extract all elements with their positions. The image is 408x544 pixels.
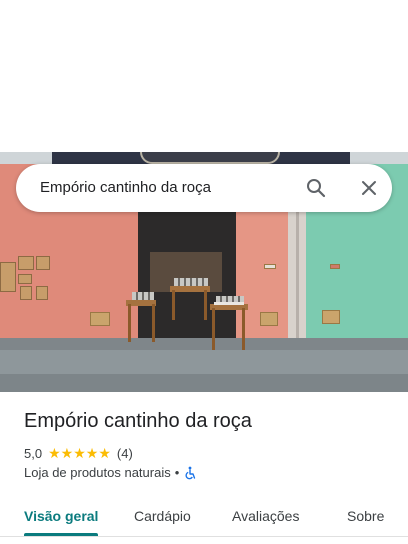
photo-table-leg [212,308,215,350]
map-blank-area [0,0,408,152]
photo-jars [132,292,154,300]
photo-wall-box [90,312,110,326]
search-icon[interactable] [304,176,328,200]
star-icon: ★ [73,445,86,461]
photo-meter-box [36,286,48,300]
tab-sobre[interactable]: Sobre [347,496,384,536]
photo-table-leg [128,304,131,342]
photo-street [0,374,408,392]
search-bar[interactable]: Empório cantinho da roça [16,164,392,212]
photo-wall-sign [264,264,276,269]
star-icon: ★ [85,445,99,461]
close-icon[interactable] [357,176,381,200]
tabs-divider [0,536,408,537]
photo-store-sign-emblem [140,152,280,164]
photo-floor-shadow [0,338,408,350]
star-icon: ★ [48,445,61,461]
photo-meter-box [18,256,34,270]
tab-avaliacoes[interactable]: Avaliações [232,496,299,536]
rating-row[interactable]: 5,0 ★ ★ ★ ★ ★ (4) [24,444,133,462]
place-info-panel: Empório cantinho da roça 5,0 ★ ★ ★ ★ ★ (… [0,392,408,544]
place-title: Empório cantinho da roça [24,410,252,432]
rating-value: 5,0 [24,445,43,461]
search-query[interactable]: Empório cantinho da roça [40,164,211,212]
place-tabs: Visão geral Cardápio Avaliações Sobre [0,496,408,537]
photo-wall-sign [330,264,340,269]
category-row: Loja de produtos naturais • [24,465,197,480]
photo-wall-box [322,310,340,324]
photo-table-leg [152,304,155,342]
star-icon: ★ [98,445,111,461]
star-icon: ★ [60,445,74,461]
photo-table-leg [242,308,245,350]
place-category: Loja de produtos naturais [24,465,171,480]
photo-meter-box [36,256,50,270]
photo-meter-box [0,262,16,292]
photo-wall-box [260,312,278,326]
tab-cardapio[interactable]: Cardápio [134,496,191,536]
photo-meter-box [20,286,32,300]
review-count[interactable]: (4) [117,446,133,461]
wheelchair-icon [183,466,197,480]
photo-table-leg [204,290,207,320]
photo-jars [174,278,208,286]
separator-dot: • [174,465,180,480]
rating-stars: ★ ★ ★ ★ ★ [48,446,111,460]
photo-meter-box [18,274,32,284]
tab-visao-geral[interactable]: Visão geral [24,496,98,536]
photo-plate [214,302,244,305]
photo-pipe [296,212,299,342]
photo-table-leg [172,290,175,320]
